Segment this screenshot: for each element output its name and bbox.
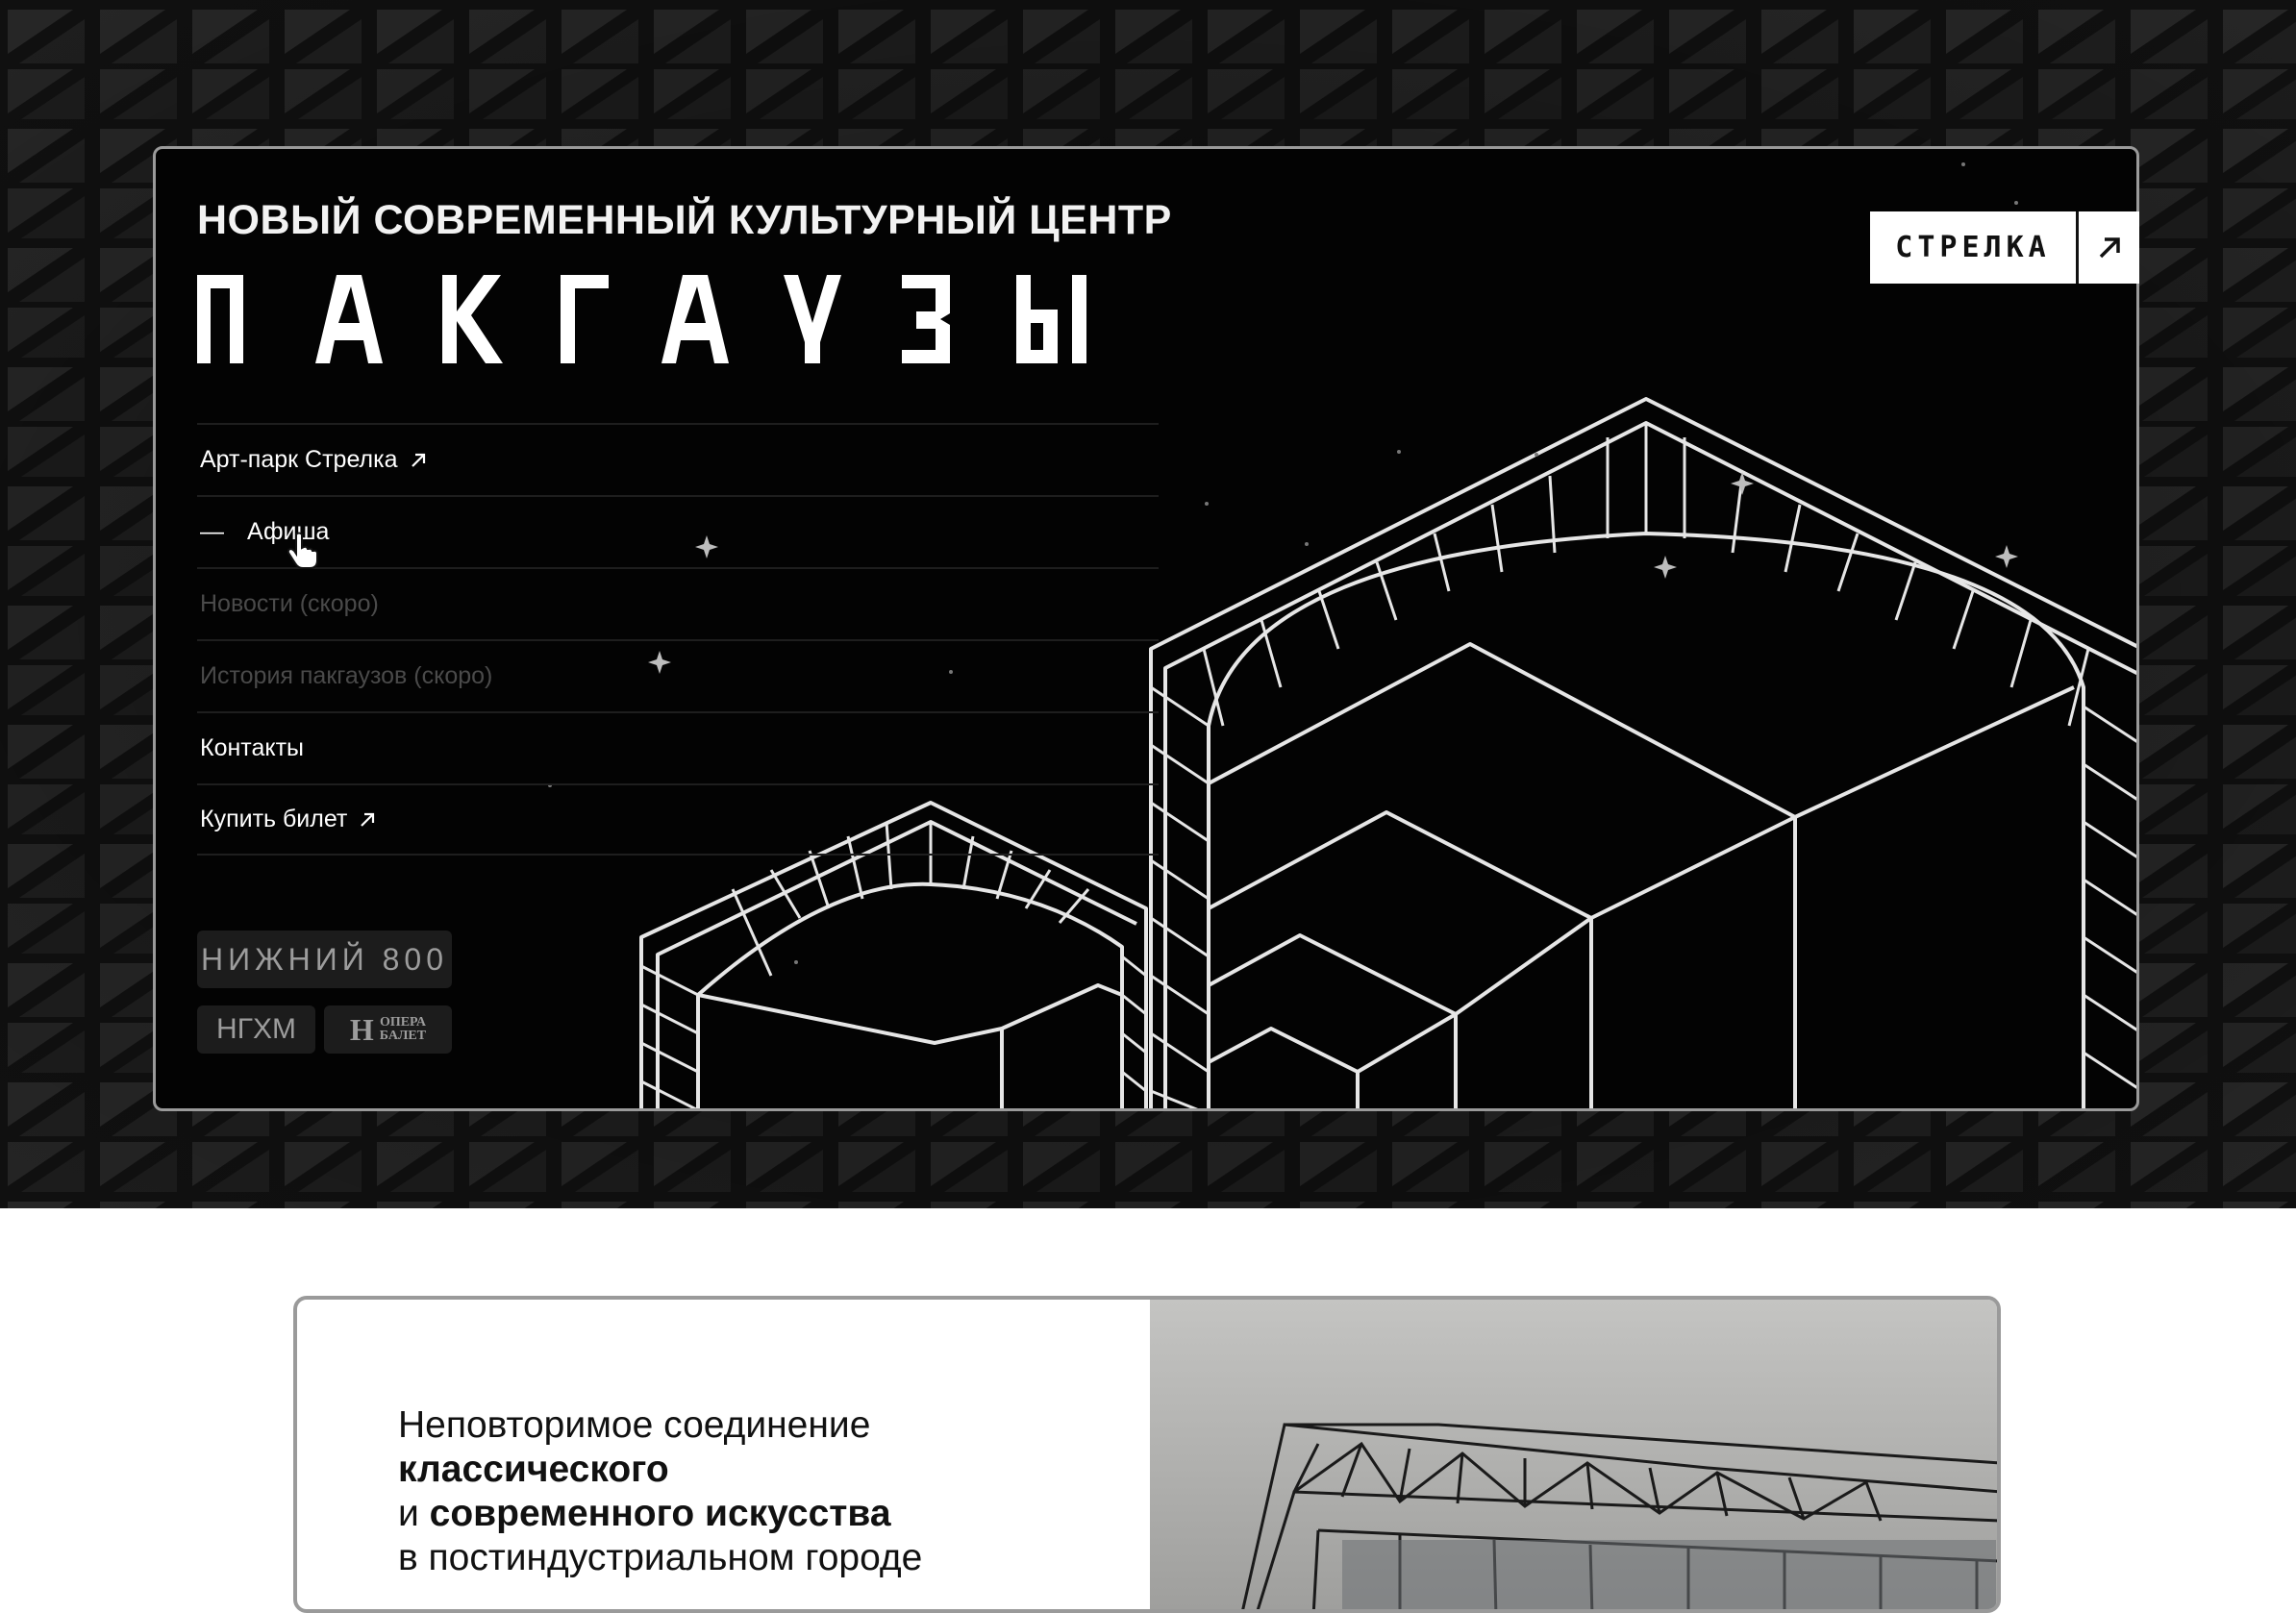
nav-item-label: История пакгаузов (скоро)	[200, 662, 493, 689]
arrow-up-right-icon	[2076, 211, 2139, 284]
nizhny-800-label: НИЖНИЙ 800	[200, 941, 449, 977]
opera-line1: ОПЕРА	[379, 1015, 426, 1030]
nav-item-afisha[interactable]: — Афиша	[197, 495, 1159, 567]
nav-item-history[interactable]: История пакгаузов (скоро)	[197, 639, 1159, 711]
intro-card: Неповторимое соединение классического и …	[293, 1296, 2001, 1613]
intro-line4: в постиндустриальном городе	[398, 1537, 923, 1578]
nav-item-contacts[interactable]: Контакты	[197, 711, 1159, 783]
nizhny-800-logo[interactable]: НИЖНИЙ 800	[197, 931, 452, 988]
hand-cursor-icon	[287, 532, 318, 569]
warehouse-structure-illustration	[1150, 1300, 1997, 1609]
opera-glyph: Н	[349, 1011, 374, 1047]
intro-tagline: Неповторимое соединение классического и …	[398, 1403, 922, 1580]
ngxm-label: НГХМ	[216, 1013, 296, 1045]
arrow-up-right-icon	[410, 452, 427, 469]
nav-item-art-park[interactable]: Арт-парк Стрелка	[197, 423, 1159, 495]
pakgauzy-logo	[197, 275, 1086, 363]
arrow-up-right-icon	[359, 811, 376, 829]
active-marker: —	[200, 518, 224, 545]
nav-item-label: Контакты	[200, 734, 304, 761]
nav-item-label: Новости (скоро)	[200, 590, 379, 617]
opera-label: ОПЕРА БАЛЕТ	[380, 1016, 426, 1043]
nav-item-label: Арт-парк Стрелка	[200, 446, 398, 473]
opera-line2: БАЛЕТ	[379, 1029, 427, 1043]
main-navigation: Арт-парк Стрелка — Афиша Новости (скоро)…	[197, 423, 1159, 856]
intro-and: и	[398, 1493, 419, 1534]
ngxm-logo[interactable]: НГХМ	[197, 1005, 315, 1054]
intro-line1: Неповторимое соединение	[398, 1404, 871, 1446]
intro-line2: классического	[398, 1449, 669, 1490]
strelka-badge-label: СТРЕЛКА	[1895, 231, 2051, 264]
opera-ballet-logo[interactable]: Н ОПЕРА БАЛЕТ	[324, 1005, 452, 1054]
nav-item-buy-ticket[interactable]: Купить билет	[197, 783, 1159, 856]
nav-item-news[interactable]: Новости (скоро)	[197, 567, 1159, 639]
warehouse-photo	[1150, 1300, 1997, 1609]
hero-section: НОВЫЙ СОВРЕМЕННЫЙ КУЛЬТУРНЫЙ ЦЕНТР СТРЕЛ…	[0, 0, 2296, 1208]
strelka-badge-link[interactable]: СТРЕЛКА	[1870, 211, 2139, 284]
hero-subtitle: НОВЫЙ СОВРЕМЕННЫЙ КУЛЬТУРНЫЙ ЦЕНТР	[197, 197, 1172, 243]
intro-line3: современного искусства	[429, 1493, 891, 1534]
nav-item-label: Купить билет	[200, 806, 348, 832]
